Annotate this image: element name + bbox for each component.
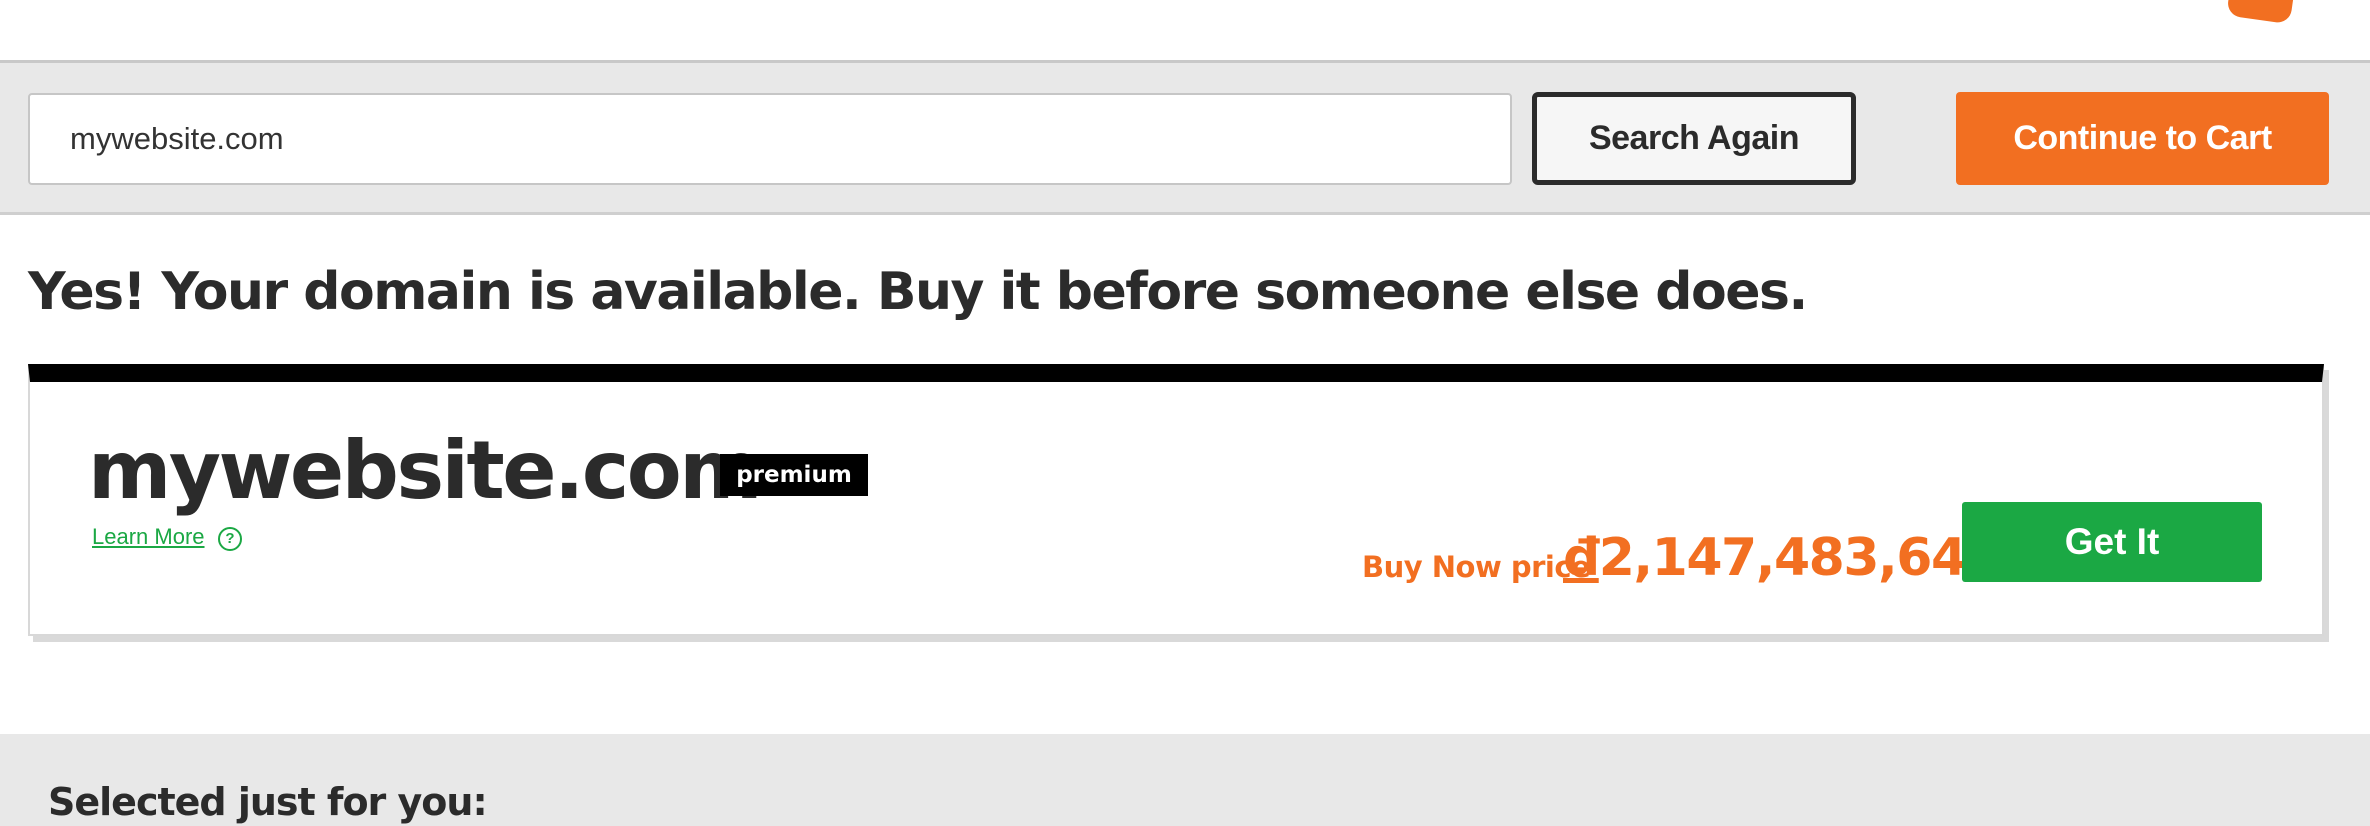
search-again-button[interactable]: Search Again xyxy=(1532,92,1856,185)
availability-headline: Yes! Your domain is available. Buy it be… xyxy=(28,262,1808,322)
price-label: Buy Now price xyxy=(1362,550,1591,584)
cart-icon[interactable] xyxy=(2226,0,2298,25)
domain-result-card: mywebsite.com premium Learn More ? Buy N… xyxy=(28,364,2324,636)
domain-name: mywebsite.com xyxy=(88,424,763,517)
top-navigation xyxy=(0,0,2370,60)
currency-symbol: đ xyxy=(1563,528,1600,588)
get-it-button[interactable]: Get It xyxy=(1962,502,2262,582)
suggestions-title: Selected just for you: xyxy=(48,780,488,824)
learn-more-link[interactable]: Learn More xyxy=(92,524,205,550)
domain-search-input[interactable] xyxy=(28,93,1512,185)
premium-badge: premium xyxy=(720,454,868,496)
suggestions-section: Selected just for you: xyxy=(0,734,2370,826)
help-icon[interactable]: ? xyxy=(218,527,242,551)
continue-to-cart-button[interactable]: Continue to Cart xyxy=(1956,92,2329,185)
price-value: đ2,147,483,647* xyxy=(1563,528,2028,588)
search-bar: Search Again Continue to Cart xyxy=(0,60,2370,215)
